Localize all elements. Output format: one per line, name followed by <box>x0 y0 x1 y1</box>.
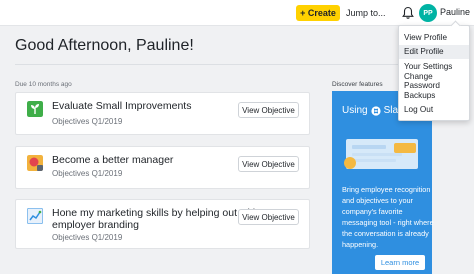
menu-item-log-out[interactable]: Log Out <box>399 103 469 118</box>
top-bar: + Create Jump to... PP Pauline <box>0 0 474 26</box>
jump-to-button[interactable]: Jump to... <box>346 6 386 20</box>
objective-subtitle: Objectives Q1/2019 <box>52 169 123 178</box>
menu-item-edit-profile[interactable]: Edit Profile <box>399 44 469 59</box>
slack-logo-icon <box>370 105 381 116</box>
objective-card: Become a better manager Objectives Q1/20… <box>15 146 310 189</box>
menu-item-view-profile[interactable]: View Profile <box>399 30 469 45</box>
jump-to-label: Jump to... <box>346 8 386 18</box>
create-button[interactable]: + Create <box>296 5 340 21</box>
view-objective-button[interactable]: View Objective <box>238 156 299 172</box>
promo-heading-text: Using <box>342 105 368 116</box>
view-objective-label: View Objective <box>242 159 295 169</box>
due-label: Due 10 months ago <box>15 81 72 88</box>
bell-icon[interactable] <box>402 6 414 20</box>
view-objective-label: View Objective <box>242 105 295 115</box>
learn-more-label: Learn more <box>380 258 420 267</box>
create-button-label: + Create <box>300 8 336 18</box>
menu-item-backups[interactable]: Backups <box>399 88 469 103</box>
objective-subtitle: Objectives Q1/2019 <box>52 117 123 126</box>
view-objective-button[interactable]: View Objective <box>238 209 299 225</box>
manager-icon <box>27 155 43 171</box>
divider <box>15 64 460 65</box>
page-title: Good Afternoon, Pauline! <box>15 37 194 54</box>
view-objective-label: View Objective <box>242 212 295 222</box>
illustration-image <box>344 139 418 169</box>
chart-growth-icon <box>27 208 43 224</box>
view-objective-button[interactable]: View Objective <box>238 102 299 118</box>
learn-more-button[interactable]: Learn more <box>375 255 425 270</box>
profile-dropdown-menu: View Profile Edit Profile Your Settings … <box>398 25 470 121</box>
objective-card: Evaluate Small Improvements Objectives Q… <box>15 92 310 135</box>
menu-item-change-password[interactable]: Change Password <box>399 72 469 90</box>
sprout-icon <box>27 101 43 117</box>
user-name[interactable]: Pauline <box>440 7 470 17</box>
avatar-initials: PP <box>423 9 433 17</box>
promo-description: Bring employee recognition and objective… <box>342 185 434 249</box>
objective-title[interactable]: Become a better manager <box>52 154 173 166</box>
objective-card: Hone my marketing skills by helping out … <box>15 199 310 249</box>
avatar[interactable]: PP <box>419 4 437 22</box>
objective-title[interactable]: Evaluate Small Improvements <box>52 100 191 112</box>
objective-subtitle: Objectives Q1/2019 <box>52 233 123 242</box>
discover-features-label: Discover features <box>332 81 383 88</box>
